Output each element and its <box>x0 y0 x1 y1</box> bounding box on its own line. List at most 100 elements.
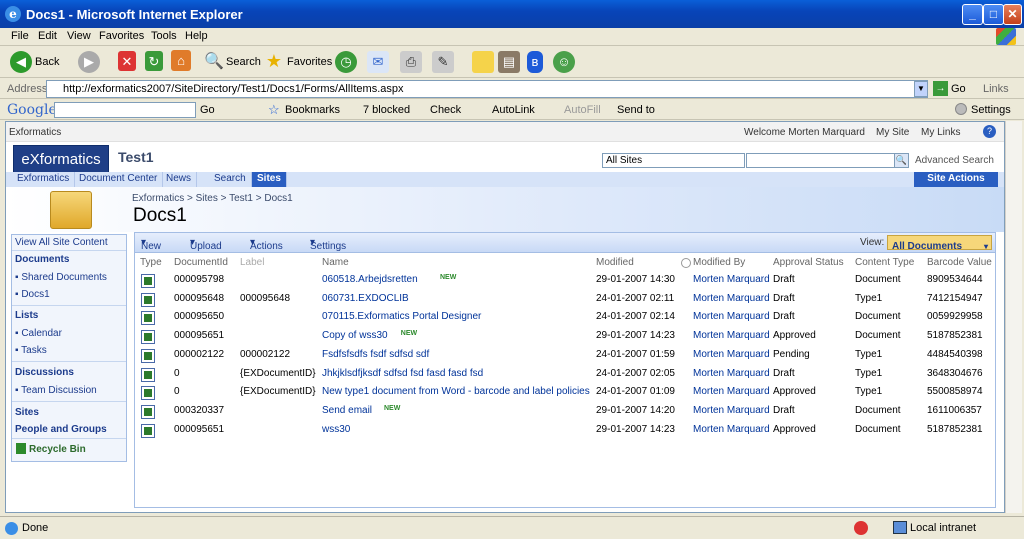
word-document-icon[interactable] <box>141 423 155 438</box>
stop-icon[interactable]: ✕ <box>118 51 136 71</box>
favorites-label[interactable]: Favorites <box>287 56 332 68</box>
col-name[interactable]: Name <box>322 257 349 268</box>
cell-modified-by[interactable]: Morten Marquard <box>693 330 770 341</box>
forward-arrow-icon[interactable]: ▶ <box>78 51 100 73</box>
settings-menu[interactable]: Settings ▾ <box>310 237 346 252</box>
cell-modified-by[interactable]: Morten Marquard <box>693 349 770 360</box>
word-document-icon[interactable] <box>141 292 155 307</box>
table-row[interactable]: 000002122 000002122 Fsdfsfsdfs fsdf sdfsd … <box>135 345 995 364</box>
welcome-menu[interactable]: Welcome Morten Marquard <box>744 127 865 138</box>
menu-file[interactable]: File <box>11 30 29 42</box>
mail-icon[interactable]: ✉ <box>367 51 389 73</box>
edit-icon[interactable]: ✎ <box>432 51 454 73</box>
cell-name[interactable]: 060731.EXDOCLIB <box>322 293 409 304</box>
google-settings-button[interactable]: Settings <box>971 104 1011 116</box>
tab-sites[interactable]: Sites <box>252 172 287 187</box>
help-icon[interactable]: ? <box>983 125 996 138</box>
search-go-icon[interactable]: 🔍 <box>894 153 909 168</box>
col-label[interactable]: Label <box>240 257 264 268</box>
view-selector[interactable]: All Documents ▾ <box>887 235 992 252</box>
cell-modified-by[interactable]: Morten Marquard <box>693 424 770 435</box>
site-actions-menu[interactable]: Site Actions <box>914 172 998 187</box>
messenger-icon[interactable]: ☺ <box>553 51 575 73</box>
minimize-button[interactable]: _ <box>962 4 983 25</box>
table-row[interactable]: 000095648 000095648 060731.EXDOCLIB 24-01-2… <box>135 289 995 308</box>
my-site-link[interactable]: My Site <box>876 127 909 138</box>
word-document-icon[interactable] <box>141 404 155 419</box>
site-logo[interactable]: eXformatics <box>13 145 109 173</box>
col-documentid[interactable]: DocumentId <box>174 257 228 268</box>
table-row[interactable]: 000320337 Send email NEW 29-01-2007 14:20 Mo… <box>135 401 995 420</box>
cell-modified-by[interactable]: Morten Marquard <box>693 311 770 322</box>
vertical-scrollbar[interactable] <box>1005 121 1022 513</box>
back-arrow-icon[interactable]: ◀ <box>10 51 32 73</box>
refresh-icon[interactable]: ↻ <box>145 51 163 71</box>
nav-shared-documents[interactable]: ▪ Shared Documents <box>15 272 107 283</box>
research-icon[interactable]: ▤ <box>498 51 520 73</box>
col-barcode-value[interactable]: Barcode Value <box>927 257 992 268</box>
nav-calendar[interactable]: ▪ Calendar <box>15 328 62 339</box>
go-arrow-icon[interactable]: → <box>933 81 948 96</box>
cell-name[interactable]: 060518.Arbejdsretten <box>322 274 418 285</box>
table-row[interactable]: 000095798 060518.Arbejdsretten NEW 29-01-20… <box>135 270 995 289</box>
col-content-type[interactable]: Content Type <box>855 257 914 268</box>
nav-docs1[interactable]: ▪ Docs1 <box>15 289 50 300</box>
go-button[interactable]: Go <box>951 83 966 95</box>
popup-blocked-label[interactable]: 7 blocked <box>363 104 410 116</box>
word-document-icon[interactable] <box>141 348 155 363</box>
history-icon[interactable]: ◷ <box>335 51 357 73</box>
advanced-search-link[interactable]: Advanced Search <box>915 155 994 166</box>
spell-check-button[interactable]: Check <box>430 104 461 116</box>
breadcrumb[interactable]: Exformatics > Sites > Test1 > Docs1 <box>132 193 293 204</box>
word-document-icon[interactable] <box>141 274 155 288</box>
address-dropdown-icon[interactable]: ▼ <box>914 81 928 97</box>
tab-search[interactable]: Search <box>209 172 252 187</box>
cell-name[interactable]: Copy of wss30 <box>322 330 388 341</box>
nav-people-groups-heading[interactable]: People and Groups <box>15 424 107 435</box>
site-title[interactable]: Test1 <box>118 149 154 165</box>
view-all-site-content-link[interactable]: View All Site Content <box>15 237 108 248</box>
nav-sites-heading[interactable]: Sites <box>15 407 39 418</box>
cell-modified-by[interactable]: Morten Marquard <box>693 368 770 379</box>
back-label[interactable]: Back <box>35 56 59 68</box>
table-row[interactable]: 0 {EXDocumentID} New type1 document from W… <box>135 382 995 401</box>
word-document-icon[interactable] <box>141 386 155 401</box>
menu-help[interactable]: Help <box>185 30 208 42</box>
word-document-icon[interactable] <box>141 311 155 326</box>
cell-name[interactable]: Fsdfsfsdfs fsdf sdfsd sdf <box>322 349 429 360</box>
my-links-menu[interactable]: My Links <box>921 127 960 138</box>
top-site-link[interactable]: Exformatics <box>9 127 61 138</box>
col-approval-status[interactable]: Approval Status <box>773 257 844 268</box>
word-document-icon[interactable] <box>141 330 155 345</box>
col-modified[interactable]: Modified <box>596 257 634 268</box>
nav-discussions-heading[interactable]: Discussions <box>15 367 74 378</box>
cell-modified-by[interactable]: Morten Marquard <box>693 386 770 397</box>
table-row[interactable]: 000095651 wss30 29-01-2007 14:23 Morten Mar… <box>135 420 995 439</box>
nav-lists-heading[interactable]: Lists <box>15 310 38 321</box>
cell-name[interactable]: wss30 <box>322 424 350 435</box>
autolink-button[interactable]: AutoLink <box>492 104 535 116</box>
col-type[interactable]: Type <box>140 257 162 268</box>
recycle-bin-link[interactable]: Recycle Bin <box>29 444 86 455</box>
popup-blocker-icon[interactable] <box>854 521 868 535</box>
close-button[interactable]: ✕ <box>1003 4 1022 25</box>
send-to-button[interactable]: Send to <box>617 104 655 116</box>
menu-view[interactable]: View <box>67 30 91 42</box>
address-input[interactable]: http://exformatics2007/SiteDirectory/Tes… <box>46 80 928 98</box>
bluetooth-icon[interactable]: ʙ <box>527 51 543 73</box>
col-modified-by[interactable]: Modified By <box>693 257 745 268</box>
cell-modified-by[interactable]: Morten Marquard <box>693 293 770 304</box>
new-menu[interactable]: New ▾ <box>141 237 161 252</box>
cell-name[interactable]: Jhkjklsdfjksdf sdfsd fsd fasd fasd fsd <box>322 368 483 379</box>
tab-exformatics[interactable]: Exformatics <box>12 172 76 187</box>
table-row[interactable]: 000095650 070115.Exformatics Portal Desig… <box>135 307 995 326</box>
menu-tools[interactable]: Tools <box>151 30 177 42</box>
print-icon[interactable]: ⎙ <box>400 51 422 73</box>
word-document-icon[interactable] <box>141 367 155 382</box>
home-icon[interactable]: ⌂ <box>171 50 191 71</box>
nav-tasks[interactable]: ▪ Tasks <box>15 345 47 356</box>
google-search-input[interactable] <box>54 102 196 118</box>
tab-news[interactable]: News <box>161 172 198 187</box>
site-search-input[interactable] <box>746 153 896 168</box>
cell-modified-by[interactable]: Morten Marquard <box>693 274 770 285</box>
